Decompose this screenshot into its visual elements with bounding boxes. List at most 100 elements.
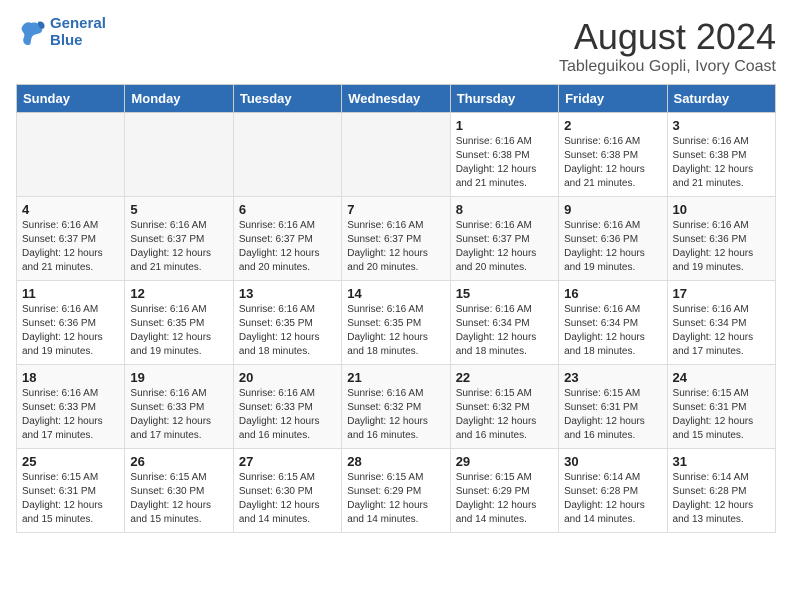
- calendar-cell: 4Sunrise: 6:16 AM Sunset: 6:37 PM Daylig…: [17, 197, 125, 281]
- calendar-week-row: 1 Sunrise: 6:16 AM Sunset: 6:38 PM Daylig…: [17, 113, 776, 197]
- day-number: 10: [673, 202, 770, 217]
- calendar-cell: 22Sunrise: 6:15 AM Sunset: 6:32 PM Dayli…: [450, 365, 558, 449]
- day-number: 17: [673, 286, 770, 301]
- day-info: Sunrise: 6:16 AM Sunset: 6:33 PM Dayligh…: [130, 387, 227, 443]
- weekday-header: Friday: [559, 85, 667, 113]
- calendar-week-row: 4Sunrise: 6:16 AM Sunset: 6:37 PM Daylig…: [17, 197, 776, 281]
- calendar-cell: 5 Sunrise: 6:16 AM Sunset: 6:37 PM Daylig…: [125, 197, 233, 281]
- day-number: 8: [456, 202, 553, 217]
- calendar-cell: 17 Sunrise: 6:16 AM Sunset: 6:34 PM Dayli…: [667, 281, 775, 365]
- weekday-header-row: SundayMondayTuesdayWednesdayThursdayFrid…: [17, 85, 776, 113]
- day-info: Sunrise: 6:16 AM Sunset: 6:37 PM Dayligh…: [239, 219, 336, 275]
- calendar-cell: 23 Sunrise: 6:15 AM Sunset: 6:31 PM Dayli…: [559, 365, 667, 449]
- day-info: Sunrise: 6:16 AM Sunset: 6:36 PM Dayligh…: [564, 219, 661, 275]
- calendar-cell: 26 Sunrise: 6:15 AM Sunset: 6:30 PM Dayli…: [125, 449, 233, 533]
- day-info: Sunrise: 6:16 AM Sunset: 6:35 PM Dayligh…: [239, 303, 336, 359]
- day-number: 11: [22, 286, 119, 301]
- calendar-cell: 2 Sunrise: 6:16 AM Sunset: 6:38 PM Daylig…: [559, 113, 667, 197]
- calendar-cell: 6Sunrise: 6:16 AM Sunset: 6:37 PM Daylig…: [233, 197, 341, 281]
- logo-blue: Blue: [50, 33, 106, 50]
- day-number: 14: [347, 286, 444, 301]
- day-number: 2: [564, 118, 661, 133]
- calendar-cell: 9 Sunrise: 6:16 AM Sunset: 6:36 PM Daylig…: [559, 197, 667, 281]
- calendar-cell: 7 Sunrise: 6:16 AM Sunset: 6:37 PM Daylig…: [342, 197, 450, 281]
- day-number: 3: [673, 118, 770, 133]
- calendar-cell: 8Sunrise: 6:16 AM Sunset: 6:37 PM Daylig…: [450, 197, 558, 281]
- day-info: Sunrise: 6:16 AM Sunset: 6:37 PM Dayligh…: [347, 219, 444, 275]
- day-info: Sunrise: 6:15 AM Sunset: 6:30 PM Dayligh…: [130, 471, 227, 527]
- calendar-cell: 1 Sunrise: 6:16 AM Sunset: 6:38 PM Daylig…: [450, 113, 558, 197]
- calendar-week-row: 25Sunrise: 6:15 AM Sunset: 6:31 PM Dayli…: [17, 449, 776, 533]
- calendar-cell: 19Sunrise: 6:16 AM Sunset: 6:33 PM Dayli…: [125, 365, 233, 449]
- day-number: 29: [456, 454, 553, 469]
- calendar-cell: 25Sunrise: 6:15 AM Sunset: 6:31 PM Dayli…: [17, 449, 125, 533]
- day-info: Sunrise: 6:16 AM Sunset: 6:36 PM Dayligh…: [673, 219, 770, 275]
- day-number: 30: [564, 454, 661, 469]
- day-info: Sunrise: 6:16 AM Sunset: 6:33 PM Dayligh…: [239, 387, 336, 443]
- calendar-cell: 13 Sunrise: 6:16 AM Sunset: 6:35 PM Dayli…: [233, 281, 341, 365]
- title-block: August 2024 Tableguikou Gopli, Ivory Coa…: [559, 16, 776, 76]
- day-info: Sunrise: 6:15 AM Sunset: 6:29 PM Dayligh…: [347, 471, 444, 527]
- day-info: Sunrise: 6:16 AM Sunset: 6:34 PM Dayligh…: [673, 303, 770, 359]
- day-number: 13: [239, 286, 336, 301]
- calendar-cell: [125, 113, 233, 197]
- day-info: Sunrise: 6:16 AM Sunset: 6:34 PM Dayligh…: [456, 303, 553, 359]
- day-number: 27: [239, 454, 336, 469]
- calendar-cell: 11Sunrise: 6:16 AM Sunset: 6:36 PM Dayli…: [17, 281, 125, 365]
- day-number: 12: [130, 286, 227, 301]
- calendar-cell: 21Sunrise: 6:16 AM Sunset: 6:32 PM Dayli…: [342, 365, 450, 449]
- calendar-week-row: 18 Sunrise: 6:16 AM Sunset: 6:33 PM Dayli…: [17, 365, 776, 449]
- calendar-cell: 20 Sunrise: 6:16 AM Sunset: 6:33 PM Dayli…: [233, 365, 341, 449]
- calendar-cell: 28 Sunrise: 6:15 AM Sunset: 6:29 PM Dayli…: [342, 449, 450, 533]
- weekday-header: Sunday: [17, 85, 125, 113]
- calendar-cell: 3 Sunrise: 6:16 AM Sunset: 6:38 PM Daylig…: [667, 113, 775, 197]
- calendar-cell: 27 Sunrise: 6:15 AM Sunset: 6:30 PM Dayli…: [233, 449, 341, 533]
- logo-icon: [16, 19, 46, 47]
- calendar-cell: 29 Sunrise: 6:15 AM Sunset: 6:29 PM Dayli…: [450, 449, 558, 533]
- day-number: 22: [456, 370, 553, 385]
- day-info: Sunrise: 6:15 AM Sunset: 6:31 PM Dayligh…: [673, 387, 770, 443]
- day-info: Sunrise: 6:15 AM Sunset: 6:29 PM Dayligh…: [456, 471, 553, 527]
- day-info: Sunrise: 6:15 AM Sunset: 6:30 PM Dayligh…: [239, 471, 336, 527]
- day-number: 31: [673, 454, 770, 469]
- day-number: 5: [130, 202, 227, 217]
- day-info: Sunrise: 6:15 AM Sunset: 6:31 PM Dayligh…: [564, 387, 661, 443]
- day-info: Sunrise: 6:16 AM Sunset: 6:33 PM Dayligh…: [22, 387, 119, 443]
- day-number: 23: [564, 370, 661, 385]
- calendar-cell: 14Sunrise: 6:16 AM Sunset: 6:35 PM Dayli…: [342, 281, 450, 365]
- day-info: Sunrise: 6:16 AM Sunset: 6:38 PM Dayligh…: [456, 135, 553, 191]
- day-number: 25: [22, 454, 119, 469]
- page-header: General Blue August 2024 Tableguikou Gop…: [16, 16, 776, 76]
- logo: General Blue: [16, 16, 106, 49]
- calendar-cell: 24 Sunrise: 6:15 AM Sunset: 6:31 PM Dayli…: [667, 365, 775, 449]
- day-info: Sunrise: 6:16 AM Sunset: 6:37 PM Dayligh…: [130, 219, 227, 275]
- day-number: 9: [564, 202, 661, 217]
- calendar-cell: [342, 113, 450, 197]
- calendar-cell: 15 Sunrise: 6:16 AM Sunset: 6:34 PM Dayli…: [450, 281, 558, 365]
- day-number: 21: [347, 370, 444, 385]
- calendar-cell: 31 Sunrise: 6:14 AM Sunset: 6:28 PM Dayli…: [667, 449, 775, 533]
- day-number: 24: [673, 370, 770, 385]
- day-info: Sunrise: 6:16 AM Sunset: 6:35 PM Dayligh…: [130, 303, 227, 359]
- calendar-cell: 16Sunrise: 6:16 AM Sunset: 6:34 PM Dayli…: [559, 281, 667, 365]
- calendar-week-row: 11Sunrise: 6:16 AM Sunset: 6:36 PM Dayli…: [17, 281, 776, 365]
- day-number: 18: [22, 370, 119, 385]
- page-title: August 2024: [559, 16, 776, 58]
- day-number: 20: [239, 370, 336, 385]
- day-number: 28: [347, 454, 444, 469]
- day-info: Sunrise: 6:16 AM Sunset: 6:38 PM Dayligh…: [673, 135, 770, 191]
- day-number: 7: [347, 202, 444, 217]
- calendar-cell: [233, 113, 341, 197]
- calendar-cell: 18 Sunrise: 6:16 AM Sunset: 6:33 PM Dayli…: [17, 365, 125, 449]
- day-info: Sunrise: 6:14 AM Sunset: 6:28 PM Dayligh…: [673, 471, 770, 527]
- day-info: Sunrise: 6:14 AM Sunset: 6:28 PM Dayligh…: [564, 471, 661, 527]
- day-info: Sunrise: 6:16 AM Sunset: 6:38 PM Dayligh…: [564, 135, 661, 191]
- weekday-header: Thursday: [450, 85, 558, 113]
- weekday-header: Wednesday: [342, 85, 450, 113]
- day-info: Sunrise: 6:16 AM Sunset: 6:34 PM Dayligh…: [564, 303, 661, 359]
- day-number: 15: [456, 286, 553, 301]
- logo-general: General: [50, 15, 106, 32]
- day-number: 1: [456, 118, 553, 133]
- day-number: 26: [130, 454, 227, 469]
- calendar-table: SundayMondayTuesdayWednesdayThursdayFrid…: [16, 84, 776, 533]
